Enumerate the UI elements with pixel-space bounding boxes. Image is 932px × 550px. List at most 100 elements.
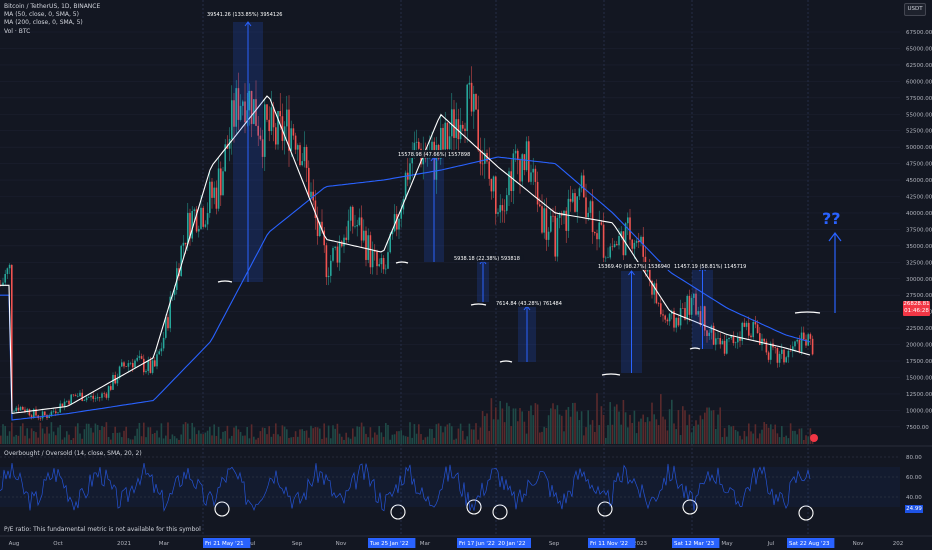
time-highlight-label: 20 Jan '22 bbox=[498, 541, 525, 547]
price-candles bbox=[0, 66, 814, 421]
candle-body bbox=[609, 246, 611, 258]
volume-bar bbox=[473, 429, 475, 444]
price-axis[interactable]: 67500.00 65000.00 62500.00 60000.00 57500.00… bbox=[900, 0, 932, 550]
volume-bar bbox=[552, 403, 554, 444]
candle-body bbox=[622, 231, 625, 256]
candle-body bbox=[57, 412, 59, 414]
volume-bar bbox=[255, 439, 257, 444]
volume-bar bbox=[798, 428, 801, 444]
oscillator-title[interactable]: Overbought / Oversold (14, close, SMA, 2… bbox=[4, 450, 142, 457]
volume-bar bbox=[275, 423, 277, 444]
candle-body bbox=[462, 124, 464, 129]
price-tick-label: 55000.00 bbox=[906, 112, 932, 118]
volume-bar bbox=[195, 434, 198, 444]
candle-body bbox=[378, 264, 380, 267]
candle-body bbox=[431, 141, 433, 151]
candle-body bbox=[200, 207, 202, 229]
volume-bar bbox=[158, 437, 160, 444]
candle-body bbox=[539, 204, 541, 207]
volume-bar bbox=[371, 437, 374, 444]
volume-bar bbox=[66, 431, 68, 444]
candle-body bbox=[803, 332, 805, 340]
volume-bar bbox=[699, 415, 702, 444]
price-tick-label: 32500.00 bbox=[906, 260, 932, 266]
candle-body bbox=[785, 357, 787, 363]
volume-bar bbox=[299, 429, 301, 444]
candle-body bbox=[184, 242, 187, 245]
time-axis[interactable]: AugOct2021MarMayJulSepNov2022MarMayJulSe… bbox=[0, 535, 932, 548]
candle-body bbox=[343, 237, 345, 247]
candle-body bbox=[675, 317, 677, 328]
volume-bar bbox=[457, 428, 460, 444]
volume-bar bbox=[404, 436, 407, 444]
volume-bar bbox=[182, 424, 185, 444]
volume-bar bbox=[745, 436, 748, 444]
ma200-legend[interactable]: MA (200, close, 0, SMA, 5) bbox=[4, 19, 100, 27]
currency-button[interactable]: USDT bbox=[904, 3, 926, 16]
volume-bar bbox=[11, 422, 13, 444]
symbol-title[interactable]: Bitcoin / TetherUS, 1D, BINANCE bbox=[4, 3, 100, 11]
candle-body bbox=[123, 362, 125, 367]
volume-bar bbox=[686, 425, 688, 444]
osc-tick-label: 40.00 bbox=[906, 495, 922, 501]
candle-body bbox=[547, 231, 550, 240]
volume-bar bbox=[39, 422, 42, 444]
candle-body bbox=[147, 360, 149, 371]
candle-body bbox=[613, 244, 616, 248]
price-tick-label: 22500.00 bbox=[906, 326, 932, 332]
candle-body bbox=[666, 319, 669, 322]
volume-bar bbox=[638, 421, 640, 444]
candle-body bbox=[215, 187, 218, 209]
volume-bar bbox=[385, 423, 387, 444]
measure-label: 5938.18 (22.38%) 593818 bbox=[454, 256, 520, 262]
volume-bar bbox=[400, 430, 402, 444]
candle-body bbox=[569, 198, 572, 202]
measure-label: 7614.84 (43.28%) 761484 bbox=[496, 301, 562, 307]
volume-bar bbox=[761, 429, 763, 444]
candle-body bbox=[72, 394, 75, 396]
bar-countdown: 01:46:28 bbox=[904, 308, 929, 314]
candle-body bbox=[19, 406, 22, 411]
measure-tools[interactable]: 39541.26 (133.85%) 3954126 15578.98 (47.6… bbox=[205, 10, 750, 373]
measure-label: 15369.40 (98.27%) 1536940 bbox=[598, 264, 670, 270]
candle-body bbox=[715, 338, 717, 345]
price-tick-label: 12500.00 bbox=[906, 392, 932, 398]
candle-body bbox=[211, 181, 213, 198]
volume-bar bbox=[684, 410, 686, 444]
candle-body bbox=[371, 249, 374, 268]
volume-bar bbox=[420, 434, 422, 444]
volume-legend[interactable]: Vol · BTC bbox=[4, 28, 100, 36]
volume-bar bbox=[363, 426, 365, 444]
chart-canvas[interactable]: 39541.26 (133.85%) 3954126 15578.98 (47.6… bbox=[0, 0, 932, 550]
candle-body bbox=[759, 333, 761, 345]
ma50-legend[interactable]: MA (50, close, 0, SMA, 5) bbox=[4, 11, 100, 19]
candle-body bbox=[231, 100, 233, 140]
volume-bar bbox=[103, 427, 105, 444]
candle-body bbox=[589, 201, 592, 213]
volume-bar bbox=[288, 437, 290, 444]
volume-bar bbox=[576, 411, 578, 444]
volume-bar bbox=[587, 410, 589, 444]
candle-body bbox=[354, 226, 356, 227]
candle-body bbox=[756, 324, 759, 334]
candle-body bbox=[28, 409, 31, 416]
volume-bar bbox=[536, 404, 539, 444]
volume-bar bbox=[59, 425, 61, 444]
volume-bar bbox=[314, 427, 317, 444]
volume-bar bbox=[545, 427, 548, 444]
time-highlight-label: Sat 12 Mar '23 bbox=[674, 541, 715, 547]
price-tick-label: 67500.00 bbox=[906, 30, 932, 36]
candle-body bbox=[107, 386, 110, 398]
candle-body bbox=[688, 295, 691, 315]
volume-bar bbox=[74, 426, 77, 444]
volume-bar bbox=[116, 432, 119, 444]
volume-bar bbox=[785, 435, 787, 444]
volume-bar bbox=[739, 435, 741, 444]
volume-bar bbox=[770, 424, 772, 444]
time-tick-label: Mar bbox=[159, 541, 170, 547]
volume-bar bbox=[176, 438, 178, 444]
volume-bar bbox=[688, 414, 691, 444]
volume-bar bbox=[591, 420, 594, 444]
volume-bar bbox=[704, 412, 706, 444]
support-marker bbox=[217, 280, 233, 283]
